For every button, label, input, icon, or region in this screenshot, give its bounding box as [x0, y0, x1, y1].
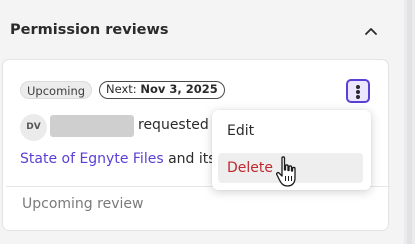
section-title: Permission reviews [10, 22, 169, 38]
hand-pointer-icon [276, 156, 296, 187]
menu-item-edit[interactable]: Edit [218, 116, 363, 146]
review-status-text: Upcoming review [22, 196, 144, 212]
status-badge: Upcoming [20, 81, 93, 99]
next-date: Nov 3, 2025 [140, 82, 218, 96]
collapse-button[interactable] [360, 20, 382, 42]
resource-link[interactable]: State of Egnyte Files [20, 151, 164, 167]
next-label: Next: [106, 82, 137, 96]
resource-suffix: and its [168, 151, 216, 167]
requested-text: requested [138, 117, 209, 133]
next-date-badge: Next: Nov 3, 2025 [99, 81, 225, 99]
scrollbar[interactable] [404, 0, 415, 244]
chevron-up-icon [365, 28, 377, 35]
avatar: DV [20, 114, 47, 141]
resource-line: State of Egnyte Files and its [20, 151, 216, 167]
redacted-requester-name [50, 115, 134, 137]
scrollbar-thumb[interactable] [407, 0, 412, 244]
permission-reviews-header: Permission reviews [0, 0, 404, 58]
more-options-button[interactable] [346, 79, 370, 103]
